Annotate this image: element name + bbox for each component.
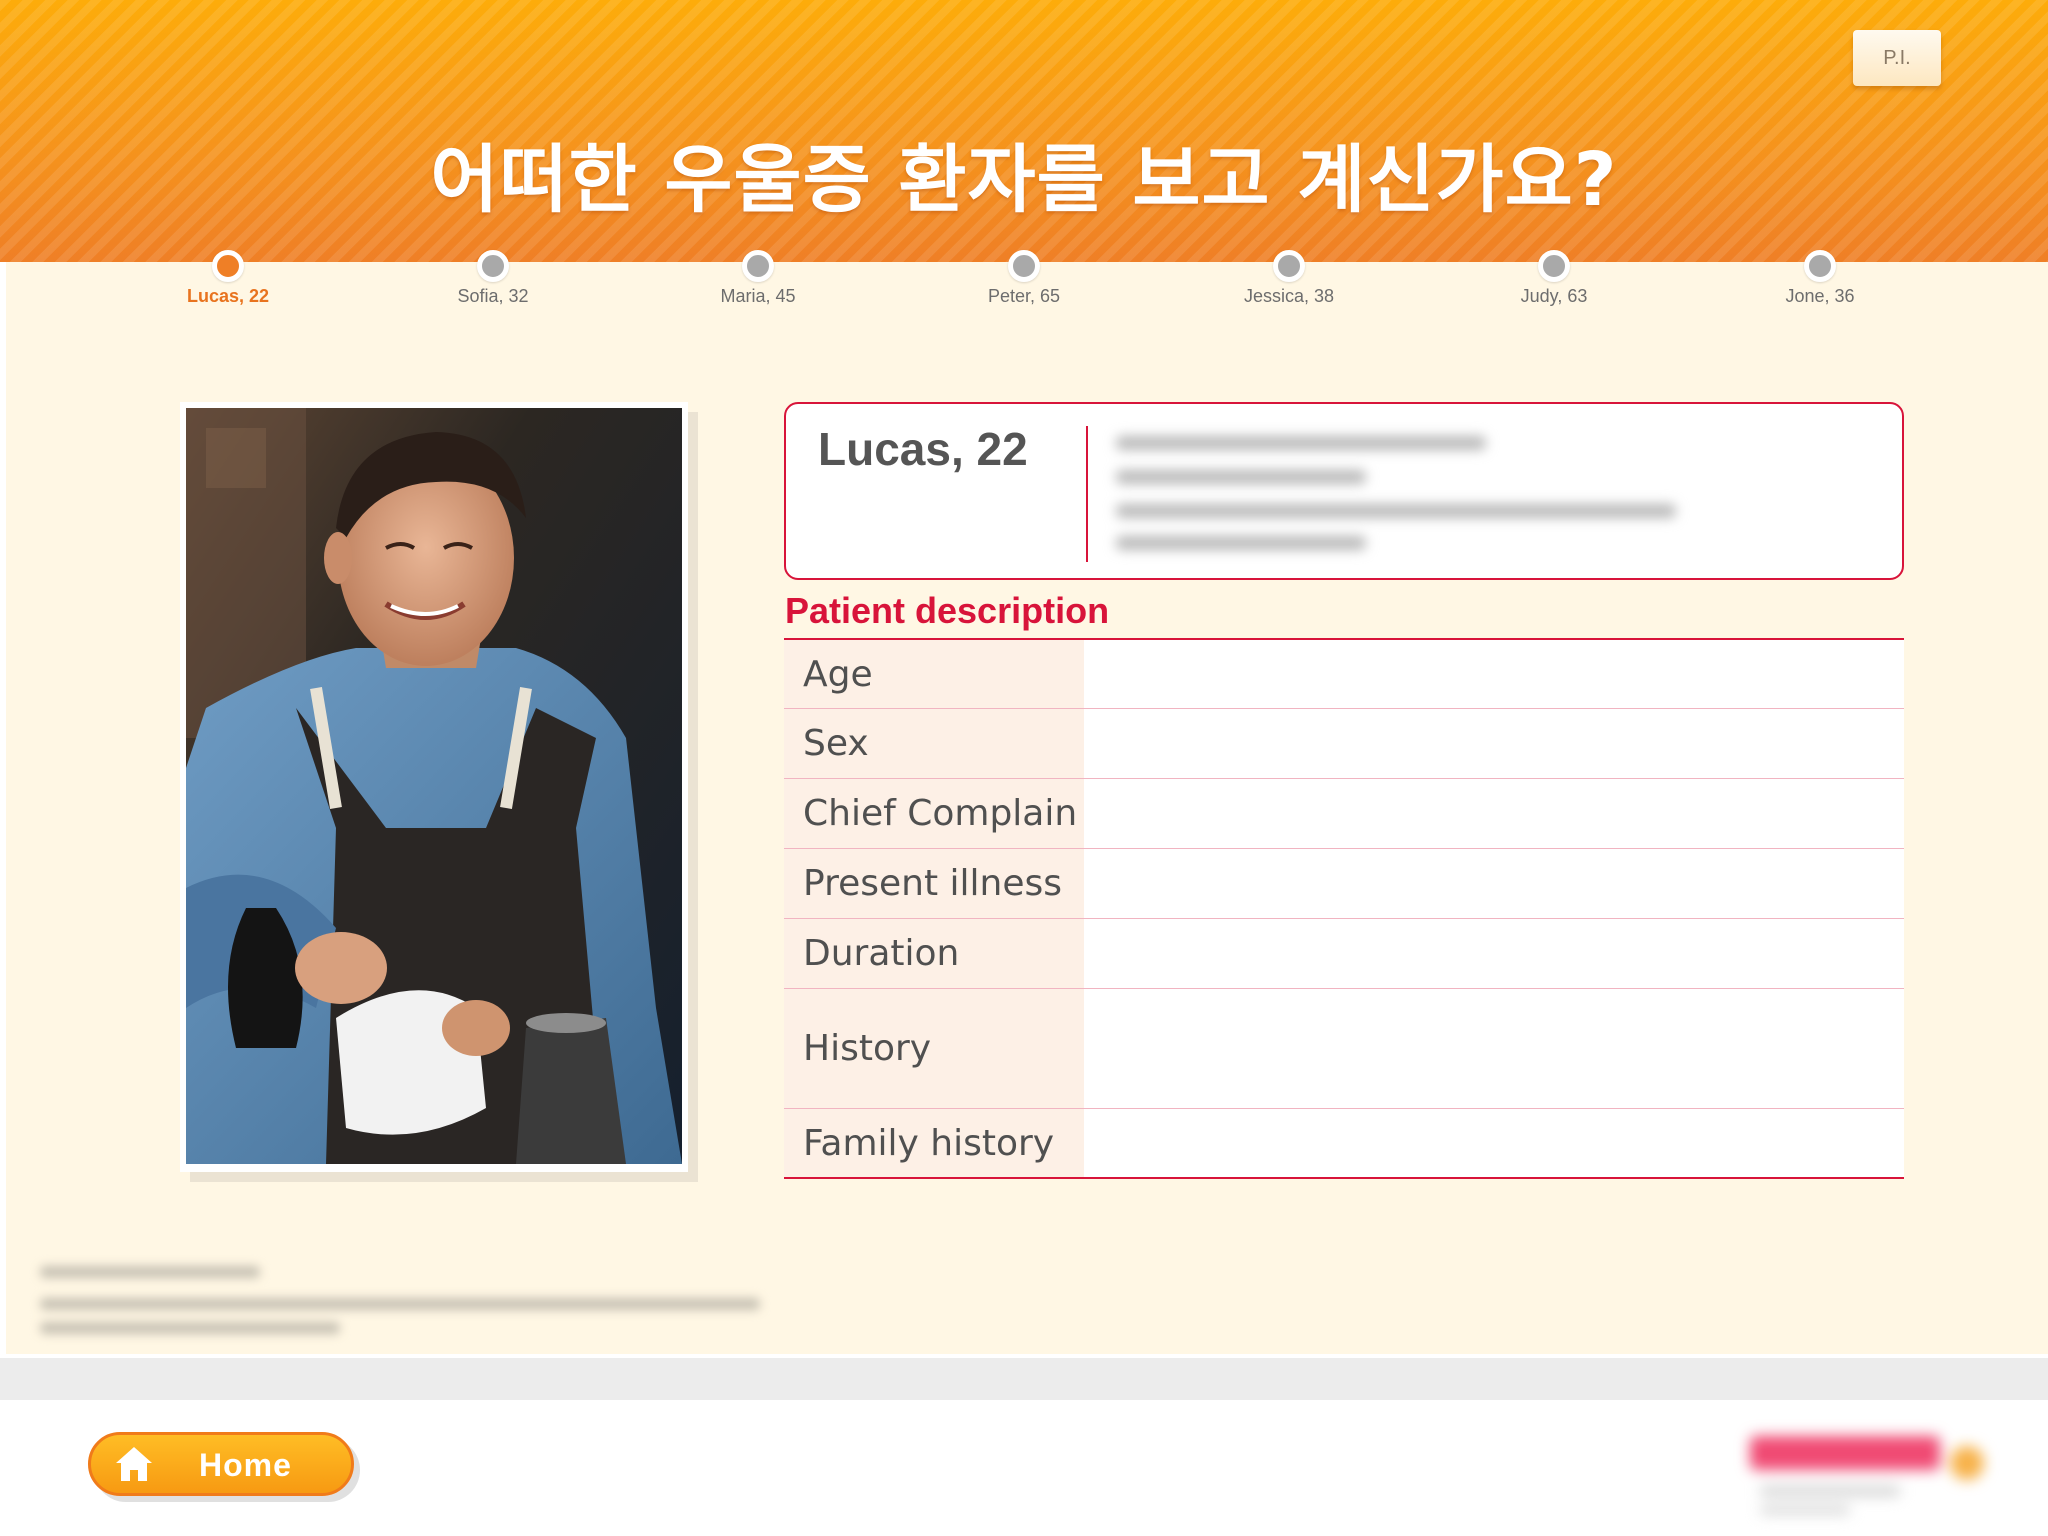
row-value	[1084, 709, 1904, 778]
table-row-duration: Duration	[784, 919, 1904, 989]
patient-photo-frame	[180, 402, 688, 1172]
timeline-label: Judy, 63	[1520, 286, 1588, 306]
timeline-label: Jone, 36	[1785, 286, 1855, 306]
row-label: Duration	[784, 919, 1084, 988]
timeline-label: Maria, 45	[720, 286, 796, 306]
timeline-label: Jessica, 38	[1243, 286, 1335, 306]
row-label: Chief Complain	[784, 779, 1084, 848]
row-label: History	[784, 989, 1084, 1108]
timeline-step-jone[interactable]: Jone, 36	[1730, 250, 1910, 307]
table-row-family-history: Family history	[784, 1109, 1904, 1177]
row-value	[1084, 919, 1904, 988]
row-value	[1084, 640, 1904, 708]
name-divider	[1086, 426, 1088, 562]
row-value	[1084, 779, 1904, 848]
timeline-label: Peter, 65	[987, 286, 1061, 306]
timeline-dot	[212, 250, 244, 282]
row-value	[1084, 1109, 1904, 1177]
timeline-dot	[1008, 250, 1040, 282]
timeline-label: Lucas, 22	[186, 286, 270, 306]
row-label: Age	[784, 640, 1084, 708]
timeline-dot	[742, 250, 774, 282]
timeline-dot	[477, 250, 509, 282]
home-button[interactable]: Home	[88, 1432, 354, 1496]
timeline-step-sofia[interactable]: Sofia, 32	[403, 250, 583, 307]
table-row-sex: Sex	[784, 709, 1904, 779]
timeline-dot	[1273, 250, 1305, 282]
patient-description-table: Age Sex Chief Complain Present illness D…	[784, 638, 1904, 1179]
sponsor-logo	[1740, 1416, 2020, 1526]
patient-description-title: Patient description	[785, 590, 1110, 631]
table-row-history: History	[784, 989, 1904, 1109]
table-row-age: Age	[784, 640, 1904, 709]
timeline-step-peter[interactable]: Peter, 65	[934, 250, 1114, 307]
patient-photo	[186, 408, 682, 1164]
timeline-step-lucas[interactable]: Lucas, 22	[138, 250, 318, 307]
blurred-summary	[1106, 418, 1706, 568]
header-banner: 어떠한 우울증 환자를 보고 계신가요? P.I.	[0, 0, 2048, 262]
blurred-footnote	[40, 1262, 780, 1342]
patient-name: Lucas, 22	[818, 423, 1028, 475]
timeline-dot	[1538, 250, 1570, 282]
home-icon	[116, 1447, 152, 1481]
patient-timeline: Lucas, 22 Sofia, 32 Maria, 45 Peter, 65 …	[0, 250, 2048, 310]
timeline-label: Sofia, 32	[457, 286, 529, 306]
timeline-step-maria[interactable]: Maria, 45	[668, 250, 848, 307]
row-value	[1084, 849, 1904, 918]
table-row-chief-complain: Chief Complain	[784, 779, 1904, 849]
timeline-step-jessica[interactable]: Jessica, 38	[1199, 250, 1379, 307]
timeline-step-judy[interactable]: Judy, 63	[1464, 250, 1644, 307]
row-label: Present illness	[784, 849, 1084, 918]
row-label: Sex	[784, 709, 1084, 778]
page-title: 어떠한 우울증 환자를 보고 계신가요?	[430, 137, 1618, 223]
home-label: Home	[199, 1447, 292, 1483]
row-value	[1084, 989, 1904, 1108]
row-label: Family history	[784, 1109, 1084, 1177]
footer-divider-band	[0, 1358, 2048, 1400]
patient-name-card: Lucas, 22	[784, 402, 1904, 580]
table-row-present-illness: Present illness	[784, 849, 1904, 919]
timeline-dot	[1804, 250, 1836, 282]
pi-button[interactable]: P.I.	[1853, 30, 1941, 86]
